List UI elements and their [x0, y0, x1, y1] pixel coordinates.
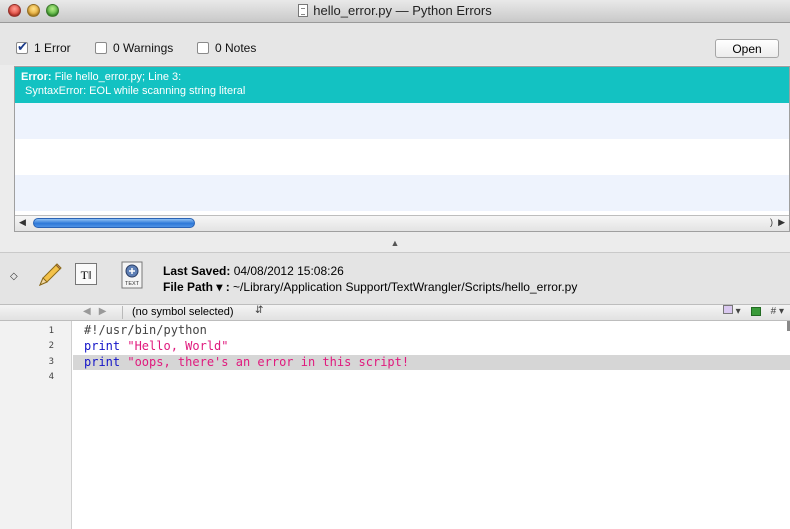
- pencil-icon[interactable]: [34, 261, 64, 291]
- warnings-filter[interactable]: 0 Warnings: [95, 40, 173, 56]
- notes-checkbox[interactable]: [197, 42, 209, 54]
- line-number: 1: [48, 326, 54, 336]
- code-editor[interactable]: 1 2 3 4 #!/usr/bin/python print "Hello, …: [0, 321, 790, 529]
- scroll-left-icon[interactable]: ◀: [19, 217, 26, 228]
- code-line[interactable]: #!/usr/bin/python: [73, 323, 790, 338]
- warnings-checkbox[interactable]: [95, 42, 107, 54]
- line-number-gutter: 1 2 3 4: [0, 321, 72, 529]
- window-title-container: hello_error.py — Python Errors: [0, 3, 790, 18]
- scroll-thumb[interactable]: [33, 218, 195, 228]
- file-path-value: ~/Library/Application Support/TextWrangl…: [233, 280, 578, 294]
- last-saved: Last Saved: 04/08/2012 15:08:26: [163, 264, 344, 278]
- empty-row: [15, 103, 789, 139]
- marker-icon[interactable]: [750, 306, 761, 316]
- empty-row: [15, 175, 789, 211]
- error-head-label: Error:: [21, 71, 52, 83]
- file-path[interactable]: File Path ▾ : ~/Library/Application Supp…: [163, 280, 577, 294]
- back-forward-arrows-icon[interactable]: ◀▶: [83, 306, 114, 317]
- document-menu[interactable]: ▾: [722, 305, 741, 317]
- diamond-icon[interactable]: ◇: [10, 271, 18, 282]
- split-view-handle[interactable]: ▲: [0, 234, 790, 252]
- code-string: "Hello, World": [120, 339, 229, 353]
- window-title: hello_error.py — Python Errors: [313, 3, 492, 18]
- filter-bar: 1 Error 0 Warnings 0 Notes Open: [0, 23, 790, 65]
- notes-filter-label: 0 Notes: [215, 41, 257, 55]
- last-saved-label: Last Saved:: [163, 264, 231, 278]
- warnings-filter-label: 0 Warnings: [113, 41, 174, 55]
- nav-right-controls: ▾ # ▾: [722, 305, 784, 317]
- error-location: File hello_error.py; Line 3:: [54, 71, 182, 83]
- file-path-label[interactable]: File Path ▾ :: [163, 280, 230, 294]
- code-plain: #!/usr/bin/python: [84, 323, 207, 337]
- document-proxy-icon[interactable]: [298, 4, 309, 17]
- code-line-highlighted[interactable]: print "oops, there's an error in this sc…: [73, 355, 790, 370]
- script-icon-label: TEXT: [125, 281, 140, 287]
- scroll-right-icon[interactable]: ▶: [778, 217, 785, 228]
- error-message: SyntaxError: EOL while scanning string l…: [25, 85, 246, 97]
- code-string: "oops, there's an error in this script!: [120, 355, 410, 369]
- code-keyword: print: [84, 339, 121, 353]
- hash-label: #: [770, 305, 777, 317]
- script-file-icon[interactable]: TEXT: [121, 261, 143, 289]
- document-icon: [722, 305, 733, 314]
- empty-row: [15, 139, 789, 175]
- notes-filter[interactable]: 0 Notes: [197, 40, 256, 56]
- errors-filter[interactable]: 1 Error: [16, 39, 71, 56]
- line-number: 4: [48, 372, 54, 382]
- error-list[interactable]: Error: File hello_error.py; Line 3: Synt…: [14, 66, 790, 232]
- code-keyword: print: [84, 355, 121, 369]
- hash-menu[interactable]: # ▾: [771, 306, 784, 317]
- errors-checkbox[interactable]: [16, 39, 28, 55]
- app-window: hello_error.py — Python Errors 1 Error 0…: [0, 0, 790, 529]
- chevron-up-icon[interactable]: ▲: [391, 238, 400, 248]
- last-saved-value: 04/08/2012 15:08:26: [233, 264, 344, 278]
- line-number: 3: [48, 357, 54, 367]
- horizontal-scrollbar[interactable]: ◀ ) ▶: [15, 215, 789, 231]
- scroll-divider-icon: ): [770, 217, 773, 227]
- code-line[interactable]: print "Hello, World": [73, 339, 790, 354]
- popup-arrows-icon[interactable]: ⇵: [255, 305, 263, 316]
- errors-filter-label: 1 Error: [34, 41, 71, 55]
- line-number: 2: [48, 341, 54, 351]
- navigation-bar: ◀▶ (no symbol selected) ⇵ ▾ # ▾: [0, 304, 790, 321]
- divider: [122, 306, 123, 319]
- symbol-popup[interactable]: (no symbol selected): [132, 306, 234, 318]
- editor-status-bar: ◇ T‖ TEXT Last Saved: 04/08/2012 15:08:2…: [0, 252, 790, 305]
- text-options-icon[interactable]: T‖: [75, 263, 97, 285]
- title-bar: hello_error.py — Python Errors: [0, 0, 790, 23]
- error-list-item[interactable]: Error: File hello_error.py; Line 3: Synt…: [15, 67, 789, 103]
- open-button[interactable]: Open: [715, 39, 779, 58]
